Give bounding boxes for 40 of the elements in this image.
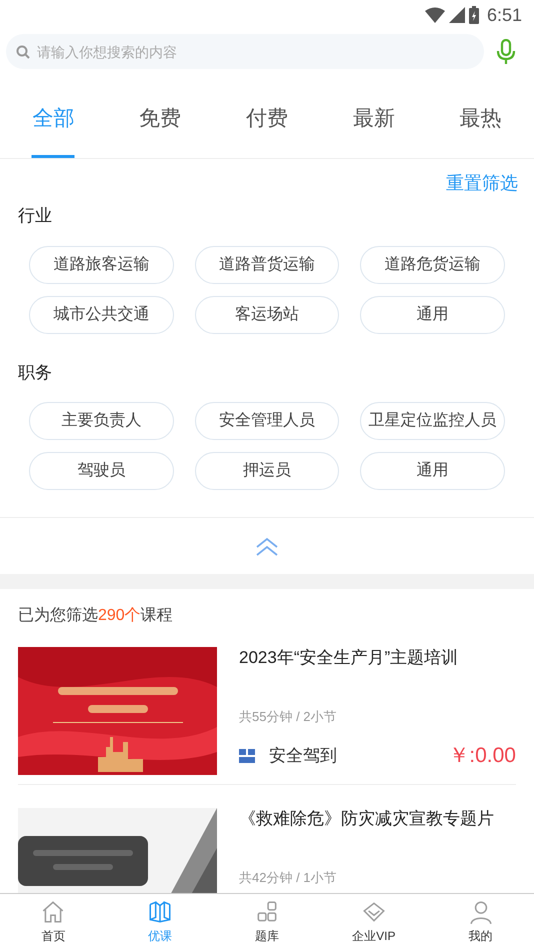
course-meta: 共55分钟 / 2小节 <box>239 708 338 726</box>
filter-chip[interactable]: 通用 <box>360 452 505 490</box>
filter-tab[interactable]: 付费 <box>214 79 320 158</box>
wifi-icon <box>424 7 445 23</box>
signal-icon <box>448 7 465 23</box>
collapse-icon[interactable] <box>255 536 279 556</box>
filter-group-title: 行业 <box>17 205 53 227</box>
nav-tab[interactable]: 企业VIP <box>320 894 428 950</box>
nav-tab[interactable]: 首页 <box>0 894 107 950</box>
course-meta: 共42分钟 / 1小节 <box>239 868 338 886</box>
course-price: ￥:0.00 <box>448 743 516 769</box>
filter-chip[interactable]: 安全管理人员 <box>194 402 340 440</box>
filter-chip[interactable]: 卫星定位监控人员 <box>360 402 505 440</box>
filter-chip[interactable]: 城市公共交通 <box>29 296 174 334</box>
filter-tab[interactable]: 最新 <box>320 79 428 158</box>
user-icon <box>468 899 494 925</box>
filter-chip[interactable]: 押运员 <box>194 452 340 490</box>
battery-icon <box>468 6 479 24</box>
filter-tab[interactable]: 最热 <box>427 79 534 158</box>
filter-chip[interactable]: 主要负责人 <box>29 402 174 440</box>
nav-tab[interactable]: 我的 <box>427 894 534 950</box>
logo-icon <box>239 748 255 763</box>
filter-chip[interactable]: 道路旅客运输 <box>29 246 174 284</box>
search-field[interactable]: 请输入你想搜索的内容 <box>6 34 484 69</box>
search-icon <box>16 45 30 59</box>
filter-chip[interactable]: 客运场站 <box>194 296 340 334</box>
course-title[interactable]: 《救难除危》防灾减灾宣教专题片 <box>239 806 516 832</box>
result-summary: 已为您筛选290个课程 <box>17 606 174 626</box>
status-time: 6:51 <box>486 4 522 26</box>
filter-chip[interactable]: 通用 <box>360 296 505 334</box>
nav-tab[interactable]: 题库 <box>214 894 320 950</box>
filter-chip[interactable]: 驾驶员 <box>29 452 174 490</box>
course-source: 安全驾到 <box>269 745 337 767</box>
filter-group-title: 职务 <box>17 362 53 384</box>
filter-chip[interactable]: 道路普货运输 <box>194 246 340 284</box>
book-icon <box>147 899 174 925</box>
course-title[interactable]: 2023年“安全生产月”主题培训 <box>239 645 516 670</box>
microphone-icon[interactable] <box>496 38 516 64</box>
filter-tab[interactable]: 免费 <box>106 79 214 158</box>
filter-chip[interactable]: 道路危货运输 <box>360 246 505 284</box>
